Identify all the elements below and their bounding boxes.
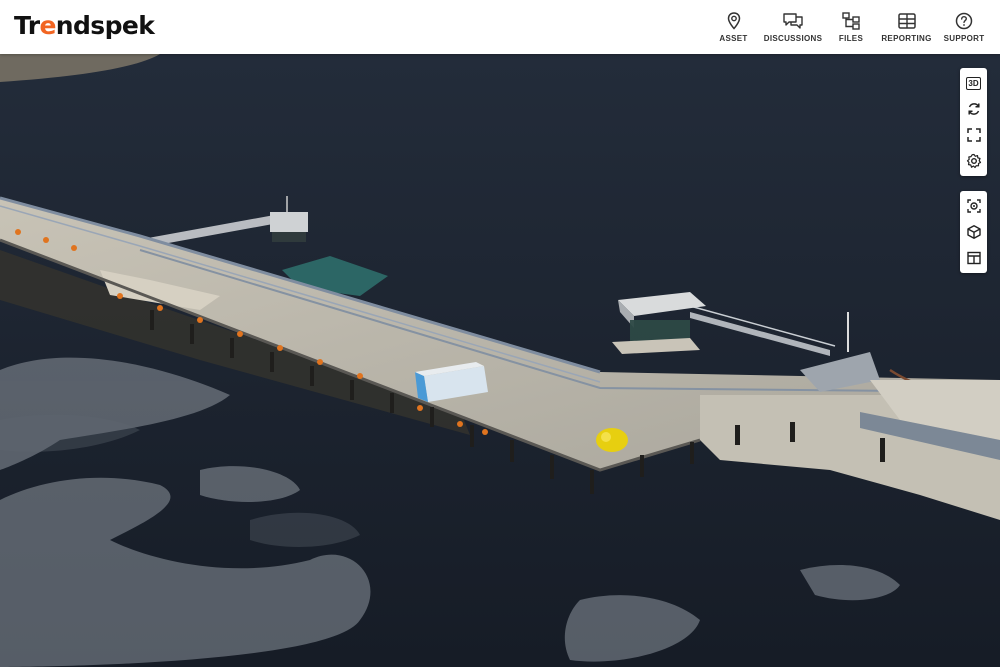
3d-view-icon: 3D (966, 76, 981, 90)
refresh-button[interactable] (960, 96, 987, 122)
nav-files[interactable]: FILES (825, 0, 877, 54)
nav-asset[interactable]: ASSET (706, 0, 761, 54)
split-view-button[interactable] (960, 245, 987, 271)
fullscreen-button[interactable] (960, 122, 987, 148)
settings-button[interactable] (960, 148, 987, 174)
help-circle-icon (955, 12, 973, 30)
nav-support[interactable]: SUPPORT (936, 0, 992, 54)
refresh-icon (967, 103, 980, 115)
settings-icon (966, 153, 981, 169)
capture-icon (966, 199, 981, 213)
nav-files-label: FILES (838, 34, 864, 43)
nav-support-label: SUPPORT (943, 34, 985, 43)
view-toolbar: 3D (960, 68, 987, 176)
top-nav: ASSET DISCUSSIONS FILES REPORTING SUPPOR… (706, 0, 992, 54)
trendspek-logo[interactable]: Trendspek (14, 10, 155, 42)
nav-reporting-label: REPORTING (881, 34, 932, 43)
pier-model-render (0, 54, 1000, 667)
3d-viewport[interactable]: 3D (0, 54, 1000, 667)
tools-toolbar (960, 191, 987, 273)
folder-tree-icon (842, 12, 860, 30)
fullscreen-icon (966, 128, 981, 142)
table-icon (897, 13, 916, 29)
cube-button[interactable] (960, 219, 987, 245)
chat-bubbles-icon (783, 13, 803, 29)
toggle-3d-button[interactable]: 3D (960, 70, 987, 96)
map-pin-icon (727, 12, 740, 30)
nav-discussions-label: DISCUSSIONS (763, 34, 823, 43)
cube-icon (966, 225, 981, 239)
nav-reporting[interactable]: REPORTING (877, 0, 936, 54)
capture-button[interactable] (960, 193, 987, 219)
split-view-icon (966, 251, 981, 265)
nav-asset-label: ASSET (719, 34, 748, 43)
nav-discussions[interactable]: DISCUSSIONS (761, 0, 825, 54)
app-header: Trendspek ASSET DISCUSSIONS FILES REPORT… (0, 0, 1000, 54)
